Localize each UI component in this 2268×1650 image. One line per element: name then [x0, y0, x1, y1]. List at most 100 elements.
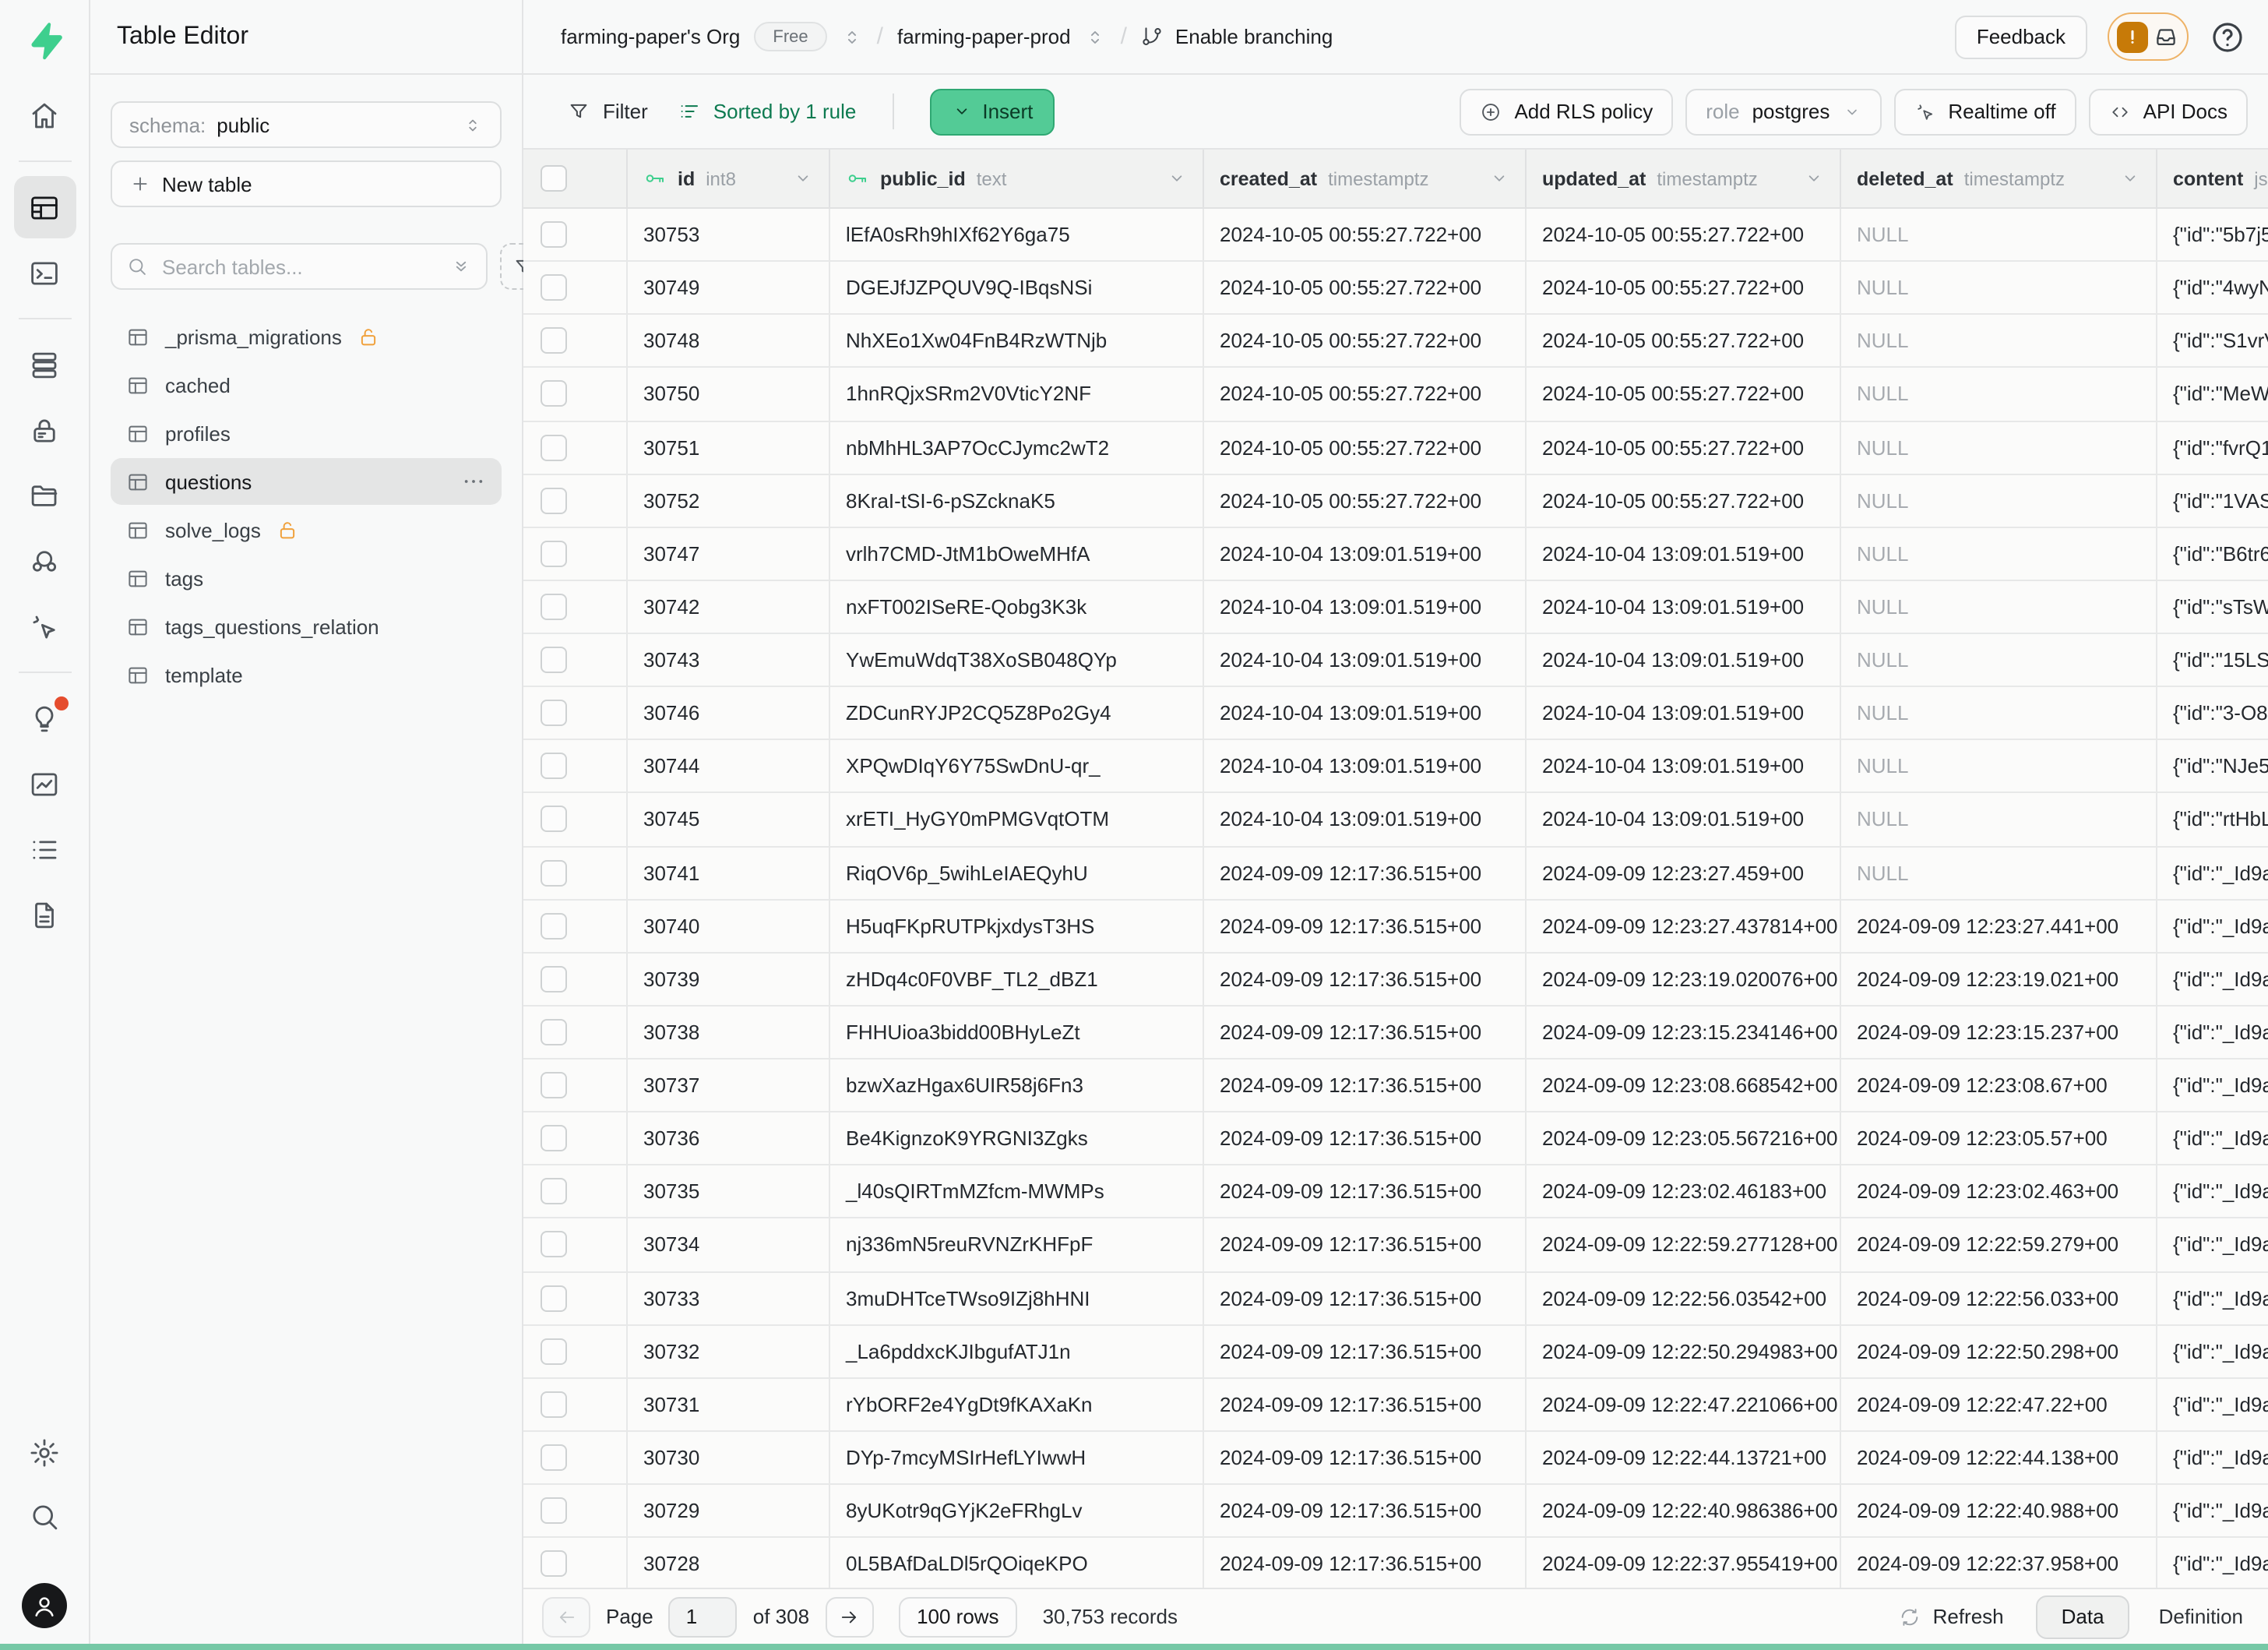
- help-button[interactable]: [2209, 18, 2246, 55]
- cell-deleted_at[interactable]: NULL: [1841, 634, 2157, 686]
- cell-created_at[interactable]: 2024-10-04 13:09:01.519+00: [1204, 581, 1527, 633]
- cell-id[interactable]: 30741: [628, 847, 830, 898]
- cell-public_id[interactable]: vrlh7CMD-JtM1bOweMHfA: [830, 528, 1204, 580]
- row-checkbox[interactable]: [541, 1497, 567, 1524]
- sidebar-table-tags_questions_relation[interactable]: tags_questions_relation: [111, 603, 502, 650]
- cell-public_id[interactable]: zHDq4c0F0VBF_TL2_dBZ1: [830, 954, 1204, 1005]
- tab-data[interactable]: Data: [2037, 1595, 2129, 1638]
- cell-id[interactable]: 30738: [628, 1007, 830, 1058]
- cell-id[interactable]: 30750: [628, 368, 830, 420]
- cell-id[interactable]: 30752: [628, 474, 830, 526]
- column-menu-chevron-icon[interactable]: [1804, 168, 1824, 189]
- prev-page-button[interactable]: [542, 1596, 590, 1637]
- cell-updated_at[interactable]: 2024-10-05 00:55:27.722+00: [1527, 262, 1841, 313]
- cell-deleted_at[interactable]: NULL: [1841, 847, 2157, 898]
- cell-public_id[interactable]: YwEmuWdqT38XoSB048QYp: [830, 634, 1204, 686]
- row-checkbox[interactable]: [541, 434, 567, 460]
- cell-updated_at[interactable]: 2024-10-04 13:09:01.519+00: [1527, 794, 1841, 845]
- cell-id[interactable]: 30732: [628, 1325, 830, 1377]
- column-menu-chevron-icon[interactable]: [1167, 168, 1187, 189]
- row-checkbox[interactable]: [541, 966, 567, 992]
- cell-public_id[interactable]: DYp-7mcyMSIrHefLYIwwH: [830, 1432, 1204, 1483]
- row-checkbox[interactable]: [541, 1179, 567, 1205]
- cell-created_at[interactable]: 2024-09-09 12:17:36.515+00: [1204, 1325, 1527, 1377]
- cell-public_id[interactable]: _l40sQIRTmMZfcm-MWMPs: [830, 1166, 1204, 1218]
- cell-id[interactable]: 30728: [628, 1538, 830, 1588]
- project-switcher-chevrons-icon[interactable]: [1085, 26, 1107, 48]
- page-number-input[interactable]: [669, 1596, 738, 1637]
- cell-id[interactable]: 30734: [628, 1219, 830, 1271]
- user-avatar[interactable]: [22, 1583, 67, 1628]
- role-select[interactable]: role postgres: [1685, 88, 1881, 135]
- cell-public_id[interactable]: 3muDHTceTWso9IZj8hHNI: [830, 1272, 1204, 1324]
- rail-item-storage[interactable]: [13, 464, 76, 527]
- cell-public_id[interactable]: Be4KignzoK9YRGNI3Zgks: [830, 1112, 1204, 1164]
- cell-updated_at[interactable]: 2024-09-09 12:22:44.13721+00: [1527, 1432, 1841, 1483]
- cell-deleted_at[interactable]: NULL: [1841, 316, 2157, 367]
- schema-select[interactable]: schema: public: [111, 101, 502, 148]
- row-checkbox[interactable]: [541, 1391, 567, 1418]
- cell-id[interactable]: 30753: [628, 209, 830, 260]
- cell-deleted_at[interactable]: NULL: [1841, 581, 2157, 633]
- cell-content[interactable]: {"id":"_Id9aLyJpMHQLaiQC: [2157, 1325, 2268, 1377]
- cell-content[interactable]: {"id":"_Id9aLyJpMHQLaiQC: [2157, 1166, 2268, 1218]
- cell-created_at[interactable]: 2024-10-04 13:09:01.519+00: [1204, 741, 1527, 792]
- cell-created_at[interactable]: 2024-09-09 12:17:36.515+00: [1204, 1059, 1527, 1111]
- cell-updated_at[interactable]: 2024-10-04 13:09:01.519+00: [1527, 528, 1841, 580]
- row-checkbox[interactable]: [541, 381, 567, 407]
- row-checkbox[interactable]: [541, 541, 567, 567]
- cell-created_at[interactable]: 2024-10-04 13:09:01.519+00: [1204, 634, 1527, 686]
- cell-updated_at[interactable]: 2024-10-05 00:55:27.722+00: [1527, 316, 1841, 367]
- sidebar-table-template[interactable]: template: [111, 651, 502, 698]
- row-checkbox[interactable]: [541, 647, 567, 673]
- sort-button[interactable]: Sorted by 1 rule: [678, 100, 857, 123]
- insert-button[interactable]: Insert: [929, 88, 1055, 135]
- row-checkbox[interactable]: [541, 753, 567, 780]
- cell-deleted_at[interactable]: 2024-09-09 12:22:47.22+00: [1841, 1379, 2157, 1430]
- cell-updated_at[interactable]: 2024-10-04 13:09:01.519+00: [1527, 634, 1841, 686]
- cell-created_at[interactable]: 2024-09-09 12:17:36.515+00: [1204, 1112, 1527, 1164]
- cell-deleted_at[interactable]: 2024-09-09 12:22:50.298+00: [1841, 1325, 2157, 1377]
- row-checkbox[interactable]: [541, 487, 567, 513]
- rail-item-home[interactable]: [13, 84, 76, 146]
- cell-id[interactable]: 30745: [628, 794, 830, 845]
- sidebar-table-cached[interactable]: cached: [111, 361, 502, 408]
- cell-content[interactable]: {"id":"_Id9aLyJpMHQLaiQC: [2157, 1272, 2268, 1324]
- cell-id[interactable]: 30743: [628, 634, 830, 686]
- row-checkbox[interactable]: [541, 1232, 567, 1258]
- row-checkbox[interactable]: [541, 1072, 567, 1098]
- cell-id[interactable]: 30747: [628, 528, 830, 580]
- next-page-button[interactable]: [825, 1596, 873, 1637]
- cell-created_at[interactable]: 2024-10-05 00:55:27.722+00: [1204, 262, 1527, 313]
- search-tables-field[interactable]: [111, 243, 488, 290]
- column-header-created_at[interactable]: created_at timestamptz: [1204, 150, 1527, 207]
- rail-item-sql-editor[interactable]: [13, 242, 76, 304]
- row-checkbox[interactable]: [541, 1285, 567, 1311]
- notifications-button[interactable]: [2108, 12, 2189, 61]
- cell-created_at[interactable]: 2024-09-09 12:17:36.515+00: [1204, 1272, 1527, 1324]
- cell-deleted_at[interactable]: 2024-09-09 12:22:40.988+00: [1841, 1485, 2157, 1536]
- cell-public_id[interactable]: bzwXazHgax6UIR58j6Fn3: [830, 1059, 1204, 1111]
- cell-id[interactable]: 30744: [628, 741, 830, 792]
- cell-created_at[interactable]: 2024-09-09 12:17:36.515+00: [1204, 1166, 1527, 1218]
- row-checkbox[interactable]: [541, 328, 567, 354]
- breadcrumb-project[interactable]: farming-paper-prod: [897, 25, 1071, 48]
- column-header-updated_at[interactable]: updated_at timestamptz: [1527, 150, 1841, 207]
- sidebar-table-profiles[interactable]: profiles: [111, 410, 502, 457]
- enable-branching-button[interactable]: Enable branching: [1141, 25, 1333, 48]
- cell-public_id[interactable]: 8yUKotr9qGYjK2eFRhgLv: [830, 1485, 1204, 1536]
- cell-public_id[interactable]: NhXEo1Xw04FnB4RzWTNjb: [830, 316, 1204, 367]
- cell-content[interactable]: {"id":"MeWCriorTPopA4Kc9: [2157, 368, 2268, 420]
- row-checkbox[interactable]: [541, 859, 567, 886]
- refresh-button[interactable]: Refresh: [1889, 1603, 2013, 1630]
- cell-deleted_at[interactable]: 2024-09-09 12:22:44.138+00: [1841, 1432, 2157, 1483]
- cell-updated_at[interactable]: 2024-10-05 00:55:27.722+00: [1527, 368, 1841, 420]
- cell-created_at[interactable]: 2024-10-05 00:55:27.722+00: [1204, 474, 1527, 526]
- cell-updated_at[interactable]: 2024-09-09 12:23:27.437814+00: [1527, 900, 1841, 951]
- cell-updated_at[interactable]: 2024-10-04 13:09:01.519+00: [1527, 581, 1841, 633]
- cell-id[interactable]: 30739: [628, 954, 830, 1005]
- sidebar-table-questions[interactable]: questions: [111, 458, 502, 505]
- cell-content[interactable]: {"id":"_Id9aLyJpMHQLaiQC: [2157, 847, 2268, 898]
- cell-updated_at[interactable]: 2024-09-09 12:23:19.020076+00: [1527, 954, 1841, 1005]
- plan-badge[interactable]: Free: [754, 22, 826, 51]
